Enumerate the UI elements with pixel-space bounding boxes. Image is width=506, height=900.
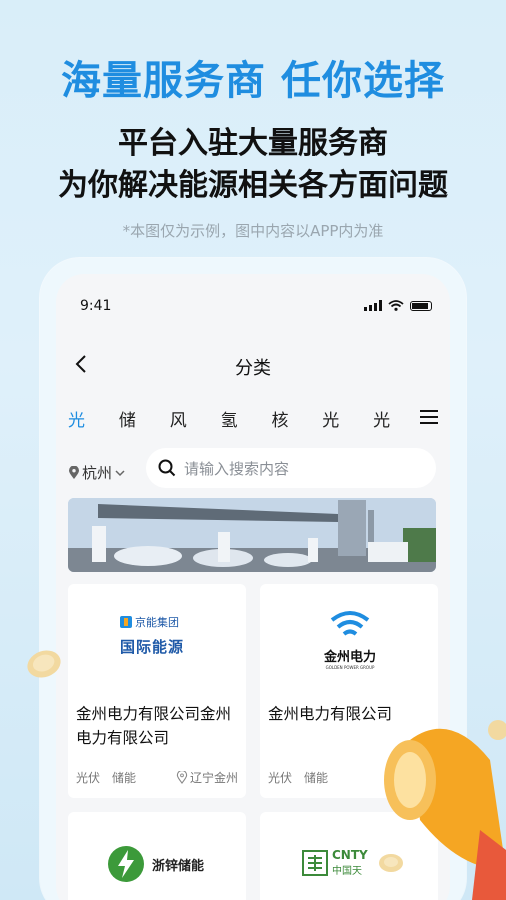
wifi-icon: [388, 300, 404, 311]
provider-name: 金州电力有限公司金州电力有限公司: [76, 705, 232, 747]
promo-subline-2: 为你解决能源相关各方面问题: [58, 168, 448, 203]
provider-logo: CNTY 中国天: [302, 848, 368, 877]
tab-photovoltaic-2[interactable]: 光伏: [322, 406, 355, 434]
promo-headline: 海量服务商 任你选择: [61, 58, 445, 104]
logo-text-main: 国际能源: [120, 638, 185, 656]
logo-text-main: 中国天: [332, 866, 362, 877]
battery-icon: [410, 300, 432, 311]
location-pin-icon: [176, 771, 188, 784]
provider-location: 辽宁金州: [176, 769, 238, 786]
location-pin-icon: [69, 465, 79, 479]
provider-tags: 光伏 储能: [76, 769, 136, 786]
search-icon: [158, 459, 176, 477]
logo-mark-icon: [302, 849, 328, 876]
category-tabs: 光伏 储能 风能 氢能 核能 光伏 光伏: [56, 400, 406, 434]
tag: 光伏: [76, 771, 101, 785]
location-city: 杭州: [82, 464, 113, 482]
tab-energy-storage[interactable]: 储能: [119, 406, 152, 434]
promo-subline-1: 平台入驻大量服务商: [118, 126, 388, 161]
tab-wind[interactable]: 风能: [170, 406, 203, 434]
tag: 光伏: [268, 771, 293, 785]
tab-hydrogen[interactable]: 氢能: [221, 406, 254, 434]
banner-image[interactable]: [68, 498, 436, 572]
disclaimer-note: *本图仅为示例，图中内容以APP内为准: [122, 222, 384, 240]
megaphone-icon: [384, 720, 506, 900]
tab-photovoltaic-3[interactable]: 光伏: [373, 406, 406, 434]
charging-station-image: [68, 498, 436, 572]
logo-text-sub: GOLDEN POWER GROUP: [325, 665, 375, 670]
logo-mark-icon: [330, 611, 370, 636]
location-selector[interactable]: 杭州: [68, 462, 126, 483]
menu-icon[interactable]: [420, 410, 438, 424]
search-placeholder: 请输入搜索内容: [184, 459, 290, 478]
logo-mark-icon: [120, 616, 132, 628]
tag: 储能: [112, 771, 137, 785]
location-text: 辽宁金州: [189, 771, 238, 785]
provider-logo: 金州电力 GOLDEN POWER GROUP: [315, 610, 385, 670]
provider-tags: 光伏 储能: [268, 769, 328, 786]
status-time: 9:41: [80, 298, 112, 314]
logo-text-top: 京能集团: [135, 616, 179, 629]
provider-card[interactable]: 浙锌储能: [68, 812, 246, 900]
chevron-down-icon: [115, 469, 125, 476]
tab-nuclear[interactable]: 核能: [271, 406, 304, 434]
search-input[interactable]: 请输入搜索内容: [146, 448, 436, 488]
tag: 储能: [304, 771, 329, 785]
logo-text-main: 金州电力: [323, 650, 376, 665]
signal-icon: [364, 300, 382, 311]
logo-text-top: CNTY: [332, 848, 368, 862]
lightning-logo-icon: [108, 846, 144, 882]
provider-logo: 浙锌储能: [106, 844, 204, 884]
tab-photovoltaic[interactable]: 光伏: [68, 406, 101, 434]
page-title: 分类: [235, 358, 271, 379]
coin-icon: [27, 650, 61, 678]
provider-card[interactable]: 京能集团 国际能源 金州电力有限公司金州电力有限公司 光伏 储能 辽宁金州: [68, 584, 246, 798]
status-icons: [364, 300, 432, 311]
provider-logo: 京能集团 国际能源: [120, 614, 200, 657]
logo-text-main: 浙锌储能: [152, 858, 205, 874]
